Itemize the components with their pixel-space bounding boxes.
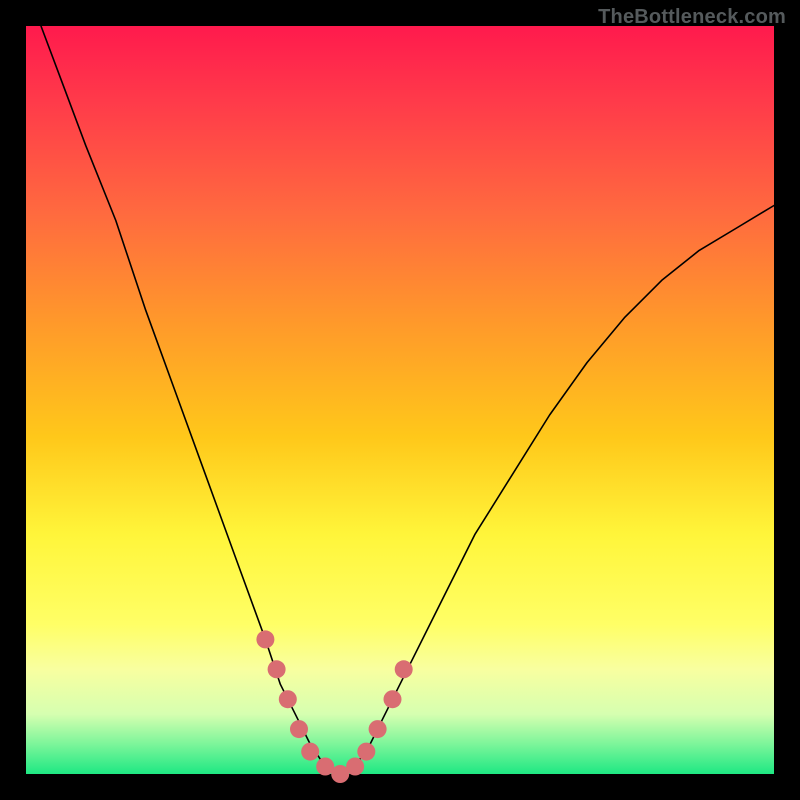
chart-canvas bbox=[26, 26, 774, 774]
marker-point bbox=[395, 660, 413, 678]
marker-point bbox=[256, 630, 274, 648]
marker-point bbox=[279, 690, 297, 708]
marker-point bbox=[369, 720, 387, 738]
marker-point bbox=[268, 660, 286, 678]
plot-svg bbox=[26, 26, 774, 774]
highlighted-range-markers bbox=[256, 630, 412, 783]
marker-point bbox=[290, 720, 308, 738]
marker-point bbox=[346, 758, 364, 776]
marker-point bbox=[301, 743, 319, 761]
marker-point bbox=[384, 690, 402, 708]
watermark-text: TheBottleneck.com bbox=[598, 6, 786, 29]
marker-point bbox=[357, 743, 375, 761]
